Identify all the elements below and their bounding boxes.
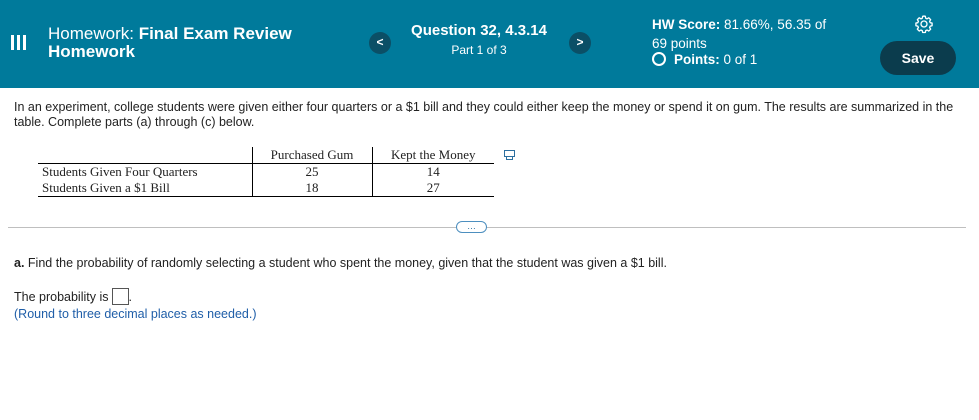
table-row-label: Students Given Four Quarters [42, 164, 198, 179]
hw-score-label: HW Score: [652, 17, 721, 32]
table-header-row: Purchased Gum Kept the Money [38, 147, 494, 164]
copy-table-icon[interactable] [504, 150, 515, 160]
part-a-question: a. Find the probability of randomly sele… [14, 256, 667, 271]
status-circle-icon [652, 52, 666, 66]
hw-score: HW Score: 81.66%, 56.35 of 69 points [652, 15, 862, 53]
homework-title: Homework: Final Exam Review Homework [48, 25, 338, 61]
question-title: Question 32, 4.3.14 [411, 22, 547, 39]
table-corner-cell [38, 147, 252, 164]
part-a-label: a. [14, 256, 25, 270]
next-question-button[interactable]: > [569, 32, 591, 54]
table-cell: 18 [251, 180, 372, 197]
points-value: 0 of 1 [719, 52, 758, 67]
hw-score-value: 81.66%, 56.35 of [720, 17, 827, 32]
table-row: Students Given a $1 Bill 18 27 [38, 180, 494, 197]
table-column-header: Purchased Gum [251, 147, 372, 164]
data-table: Purchased Gum Kept the Money Students Gi… [38, 147, 494, 197]
question-points: Points: 0 of 1 [652, 52, 757, 68]
gear-icon[interactable] [914, 14, 934, 34]
question-part: Part 1 of 3 [451, 43, 507, 57]
hw-score-points: 69 points [652, 36, 707, 51]
header-bar: Homework: Final Exam Review Homework < Q… [0, 0, 979, 88]
previous-question-button[interactable]: < [369, 32, 391, 54]
points-label: Points: [674, 52, 720, 67]
homework-name-line1: Final Exam Review [138, 24, 292, 43]
homework-prefix: Homework: [48, 24, 139, 43]
table-column-header: Kept the Money [371, 147, 494, 164]
menu-icon[interactable] [11, 35, 26, 50]
save-button[interactable]: Save [880, 41, 956, 75]
homework-name-line2: Homework [48, 42, 135, 61]
table-cell: 27 [371, 180, 494, 197]
part-a-text: Find the probability of randomly selecti… [24, 256, 667, 270]
answer-input[interactable] [111, 288, 129, 305]
answer-line: The probability is. [14, 288, 132, 306]
answer-suffix: . [128, 290, 132, 304]
table-cell: 14 [371, 163, 494, 180]
table-row-label: Students Given a $1 Bill [38, 180, 252, 197]
table-row: Students Given Four Quarters 25 14 [38, 163, 494, 180]
problem-intro: In an experiment, college students were … [14, 100, 954, 129]
rounding-hint: (Round to three decimal places as needed… [14, 307, 257, 321]
table-cell: 25 [251, 163, 372, 180]
expand-more-button[interactable]: … [456, 221, 487, 233]
answer-prefix: The probability is [14, 290, 109, 304]
section-divider [8, 227, 966, 228]
